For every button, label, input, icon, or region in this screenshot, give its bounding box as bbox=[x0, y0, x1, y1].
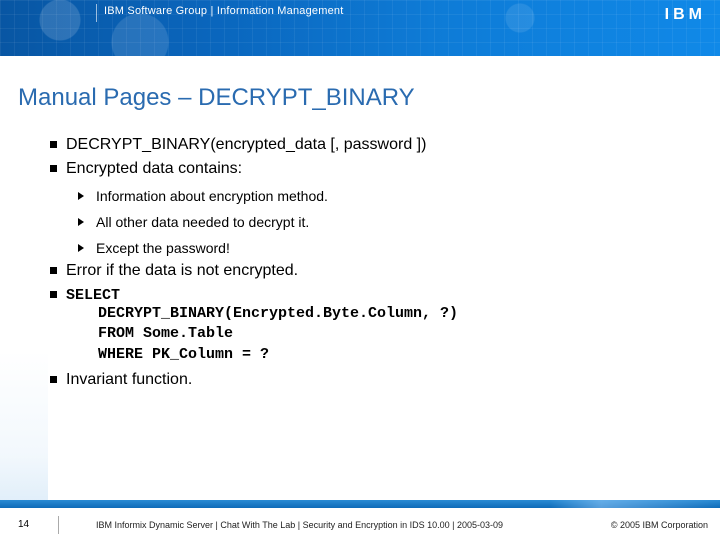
page-title: Manual Pages – DECRYPT_BINARY bbox=[18, 84, 702, 112]
ibm-logo-icon: IBM bbox=[665, 6, 706, 24]
bullet-select: SELECT bbox=[50, 286, 702, 304]
code-select-head: SELECT bbox=[66, 287, 120, 304]
header-breadcrumb: IBM Software Group | Information Managem… bbox=[104, 5, 344, 17]
bullet-invariant: Invariant function. bbox=[50, 371, 702, 389]
bullet-error: Error if the data is not encrypted. bbox=[50, 262, 702, 280]
code-line-2: FROM Some.Table bbox=[98, 324, 702, 344]
footer-copyright: © 2005 IBM Corporation bbox=[611, 520, 708, 530]
footer-text: IBM Informix Dynamic Server | Chat With … bbox=[96, 520, 503, 530]
subbullet-method: Information about encryption method. bbox=[62, 188, 702, 204]
footer-accent-bar bbox=[0, 500, 720, 508]
bullet-contains: Encrypted data contains: bbox=[50, 160, 702, 178]
footer-divider bbox=[58, 516, 59, 534]
title-area: Manual Pages – DECRYPT_BINARY bbox=[0, 56, 720, 122]
decorative-gradient bbox=[0, 350, 48, 500]
content-area: DECRYPT_BINARY(encrypted_data [, passwor… bbox=[0, 122, 720, 389]
bullet-signature: DECRYPT_BINARY(encrypted_data [, passwor… bbox=[50, 136, 702, 154]
subbullet-otherdata: All other data needed to decrypt it. bbox=[62, 214, 702, 230]
header-divider bbox=[96, 4, 97, 22]
header-bar: IBM Software Group | Information Managem… bbox=[0, 0, 720, 56]
page-number: 14 bbox=[18, 519, 29, 530]
code-line-3: WHERE PK_Column = ? bbox=[98, 345, 702, 365]
footer: 14 IBM Informix Dynamic Server | Chat Wi… bbox=[0, 500, 720, 540]
code-line-1: DECRYPT_BINARY(Encrypted.Byte.Column, ?) bbox=[98, 304, 702, 324]
subbullet-except: Except the password! bbox=[62, 240, 702, 256]
slide: IBM Software Group | Information Managem… bbox=[0, 0, 720, 540]
